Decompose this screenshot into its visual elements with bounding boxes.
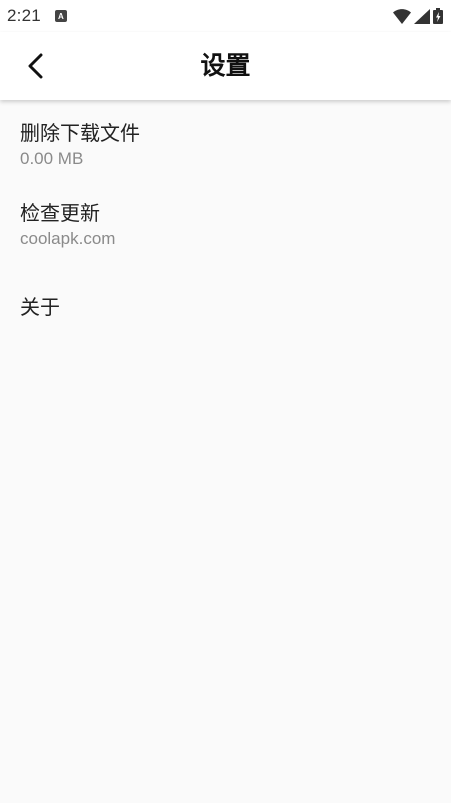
page-title: 设置 [200,51,251,80]
settings-item-subtitle: coolapk.com [20,229,116,248]
settings-item-about[interactable]: 关于 [0,280,451,350]
battery-charging-icon [433,8,443,24]
status-bar: 2:21 A [0,0,451,32]
settings-item-title: 检查更新 [20,201,100,225]
notification-a-icon: A [54,10,67,22]
settings-item-check-update[interactable]: 检查更新 coolapk.com [0,190,451,280]
settings-item-subtitle: 0.00 MB [20,149,84,168]
status-time: 2:21 [7,6,41,25]
chevron-left-icon [28,53,43,79]
app-bar: 设置 [0,32,451,100]
back-button[interactable] [14,44,58,88]
cell-signal-icon [414,8,430,24]
settings-item-title: 删除下载文件 [20,121,140,145]
status-icons [393,8,443,24]
settings-item-title: 关于 [20,295,60,319]
settings-item-delete-downloads[interactable]: 删除下载文件 0.00 MB [0,100,451,190]
wifi-icon [393,8,411,24]
settings-list: 删除下载文件 0.00 MB 检查更新 coolapk.com 关于 [0,100,451,350]
